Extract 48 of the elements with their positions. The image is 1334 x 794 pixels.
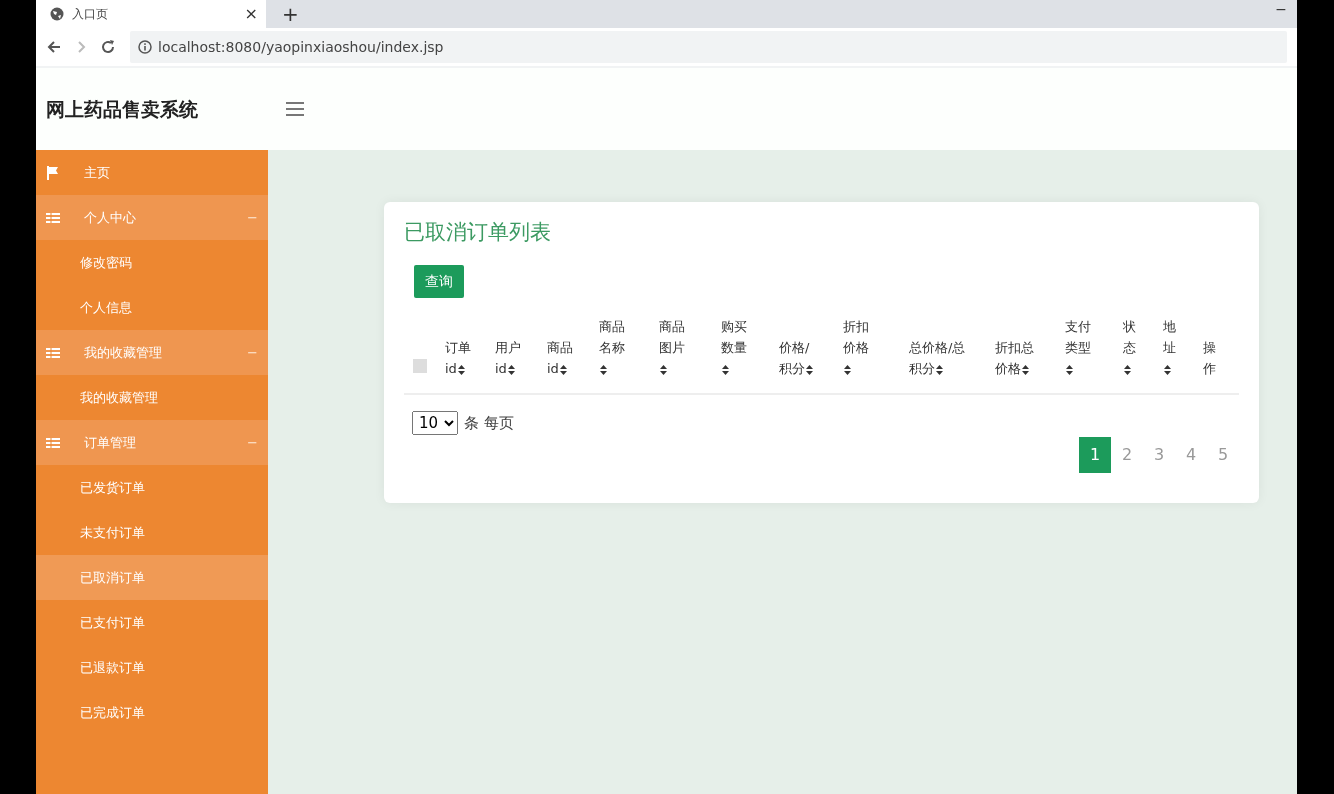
panel-title: 已取消订单列表 (404, 220, 552, 246)
sort-icon[interactable] (600, 364, 607, 375)
sort-icon[interactable] (1066, 364, 1073, 375)
column-header[interactable]: 状态 (1114, 306, 1154, 394)
flag-icon (46, 165, 60, 180)
column-header[interactable]: 商品图片 (650, 306, 712, 394)
page-size-label: 条 每页 (464, 412, 514, 434)
sort-icon[interactable] (806, 364, 813, 375)
table-icon (46, 345, 60, 360)
column-header[interactable]: 商品id (538, 306, 590, 394)
sort-icon[interactable] (844, 364, 851, 375)
column-header[interactable]: 支付类型 (1056, 306, 1114, 394)
sort-icon[interactable] (507, 364, 515, 375)
select-all-checkbox[interactable] (413, 359, 427, 374)
sort-icon[interactable] (660, 364, 667, 375)
column-header[interactable]: 折扣价格 (834, 306, 900, 394)
sort-icon[interactable] (1124, 364, 1131, 375)
info-icon (138, 40, 152, 54)
close-tab-button[interactable]: × (244, 2, 258, 26)
column-header[interactable]: 总价格/总积分 (900, 306, 986, 394)
new-tab-button[interactable]: + (282, 4, 299, 24)
column-header[interactable]: 订单id (436, 306, 486, 394)
sort-icon[interactable] (1164, 364, 1171, 375)
app-title: 网上药品售卖系统 (45, 96, 199, 122)
reload-icon[interactable] (100, 39, 116, 55)
column-header: 操作 (1202, 339, 1217, 379)
query-button[interactable]: 查询 (414, 265, 464, 299)
browser-tab[interactable]: 入口页 × (36, 0, 266, 28)
table-icon (46, 210, 60, 225)
minimize-button[interactable]: − (1275, 0, 1287, 20)
sort-icon[interactable] (1022, 364, 1029, 375)
column-header[interactable]: 用户id (486, 306, 538, 394)
sort-icon[interactable] (936, 364, 943, 375)
column-header[interactable]: 商品名称 (590, 306, 650, 394)
table-icon (46, 435, 60, 450)
back-icon[interactable] (46, 39, 62, 55)
column-header[interactable]: 购买数量 (712, 306, 770, 394)
page-size-select[interactable]: 10 (412, 411, 458, 436)
column-header[interactable]: 价格/积分 (770, 306, 834, 394)
sort-icon[interactable] (559, 364, 567, 375)
sort-icon[interactable] (722, 364, 729, 375)
page-button[interactable]: 1 (1079, 437, 1111, 474)
sort-icon[interactable] (457, 364, 465, 375)
globe-icon (50, 7, 64, 21)
column-header[interactable]: 地址 (1154, 306, 1194, 394)
menu-icon[interactable] (286, 102, 304, 116)
address-bar[interactable]: localhost:8080/yaopinxiaoshou/index.jsp (130, 31, 1287, 63)
column-header[interactable]: 折扣总价格 (986, 306, 1056, 394)
